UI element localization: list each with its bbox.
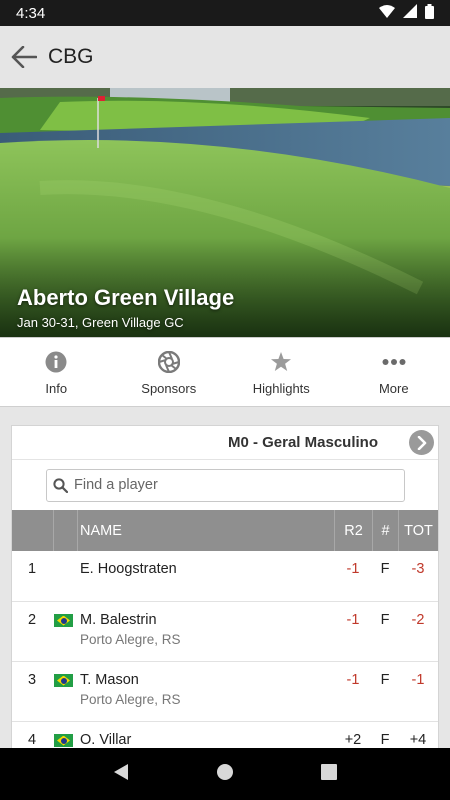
total-score: -3: [411, 561, 425, 577]
tab-more-label: More: [378, 380, 409, 396]
round-score: -1: [346, 672, 360, 688]
search-icon: [53, 477, 68, 493]
brazil-flag-icon: [54, 734, 73, 747]
player-name: O. Villar: [80, 732, 132, 748]
division-label: M0 - Geral Masculino: [227, 434, 378, 451]
square-recents-icon: [320, 763, 337, 780]
arrow-back-icon: [11, 46, 37, 68]
table-row[interactable]: 3 T. Mason Porto Alegre, RS -1 F -1: [12, 662, 438, 722]
system-nav-bar: [0, 748, 450, 800]
circle-home-icon: [216, 763, 233, 780]
division-selector[interactable]: M0 - Geral Masculino: [12, 426, 438, 460]
thru-hole: F: [380, 672, 390, 688]
brazil-flag-icon: [54, 674, 73, 687]
status-bar: 4:34: [0, 0, 450, 26]
battery-icon: [425, 3, 434, 23]
tab-highlights-label: Highlights: [252, 380, 310, 396]
header-position: [12, 510, 54, 551]
row-position: 3: [28, 672, 37, 688]
tab-more[interactable]: More: [338, 338, 450, 406]
round-score: -1: [346, 612, 360, 628]
header-name[interactable]: NAME: [78, 523, 334, 539]
total-score: -2: [411, 612, 425, 628]
signal-icon: [403, 4, 417, 22]
search-placeholder: Find a player: [74, 477, 158, 493]
tab-info-label: Info: [45, 380, 68, 396]
thru-hole: F: [380, 561, 390, 577]
total-score: -1: [411, 672, 425, 688]
tab-info[interactable]: Info: [0, 338, 113, 406]
player-name: E. Hoogstraten: [80, 561, 177, 577]
nav-home-button[interactable]: [216, 763, 234, 786]
event-banner: Aberto Green Village Jan 30-31, Green Vi…: [0, 88, 450, 337]
leaderboard-card: M0 - Geral Masculino Find a player NAME …: [11, 425, 439, 755]
search-input[interactable]: Find a player: [46, 468, 405, 502]
round-score: -1: [346, 561, 360, 577]
brazil-flag-icon: [54, 614, 73, 627]
chevron-right-icon[interactable]: [409, 430, 434, 455]
event-title: Aberto Green Village: [17, 285, 235, 310]
triangle-back-icon: [114, 763, 129, 780]
app-title: CBG: [48, 45, 94, 68]
player-name: T. Mason: [80, 672, 139, 688]
header-total[interactable]: TOT: [398, 510, 438, 551]
info-icon: [45, 349, 67, 375]
header-r2[interactable]: R2: [334, 510, 372, 551]
tab-sponsors-label: Sponsors: [141, 380, 197, 396]
back-button[interactable]: [0, 33, 48, 81]
header-thru[interactable]: #: [372, 510, 398, 551]
flag-empty: [54, 551, 80, 601]
event-details: Jan 30-31, Green Village GC: [17, 315, 184, 330]
table-row[interactable]: 2 M. Balestrin Porto Alegre, RS -1 F -2: [12, 602, 438, 662]
star-icon: [270, 349, 292, 375]
status-time: 4:34: [16, 4, 46, 22]
aperture-icon: [157, 349, 180, 375]
row-position: 1: [28, 561, 37, 577]
header-flag: [54, 510, 78, 551]
player-location: Porto Alegre, RS: [80, 692, 181, 707]
tournament-tabs: Info Sponsors Highlights More: [0, 337, 450, 407]
wifi-icon: [379, 4, 395, 22]
row-position: 2: [28, 612, 37, 628]
nav-back-button[interactable]: [113, 763, 129, 786]
player-name: M. Balestrin: [80, 612, 157, 628]
more-dots-icon: [382, 349, 406, 375]
tab-highlights[interactable]: Highlights: [225, 338, 338, 406]
leaderboard-header: NAME R2 # TOT: [12, 510, 438, 551]
tab-sponsors[interactable]: Sponsors: [113, 338, 226, 406]
thru-hole: F: [380, 612, 390, 628]
nav-recents-button[interactable]: [320, 763, 337, 785]
app-bar: CBG: [0, 26, 450, 88]
table-row[interactable]: 1 E. Hoogstraten -1 F -3: [12, 551, 438, 602]
player-location: Porto Alegre, RS: [80, 632, 181, 647]
player-search: Find a player: [12, 460, 438, 510]
